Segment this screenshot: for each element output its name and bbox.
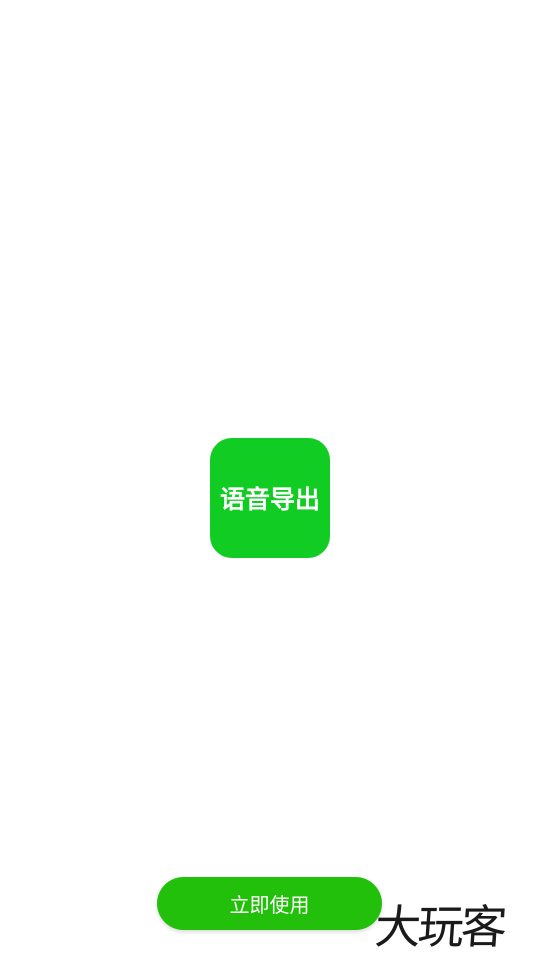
start-using-label: 立即使用	[229, 893, 310, 917]
app-logo-label: 语音导出	[219, 485, 320, 514]
watermark-logo: 大玩客	[373, 900, 506, 954]
app-logo-icon: 语音导出	[210, 438, 330, 558]
start-using-button[interactable]: 立即使用	[157, 877, 382, 930]
splash-screen: 语音导出 立即使用 大玩客	[0, 0, 540, 960]
